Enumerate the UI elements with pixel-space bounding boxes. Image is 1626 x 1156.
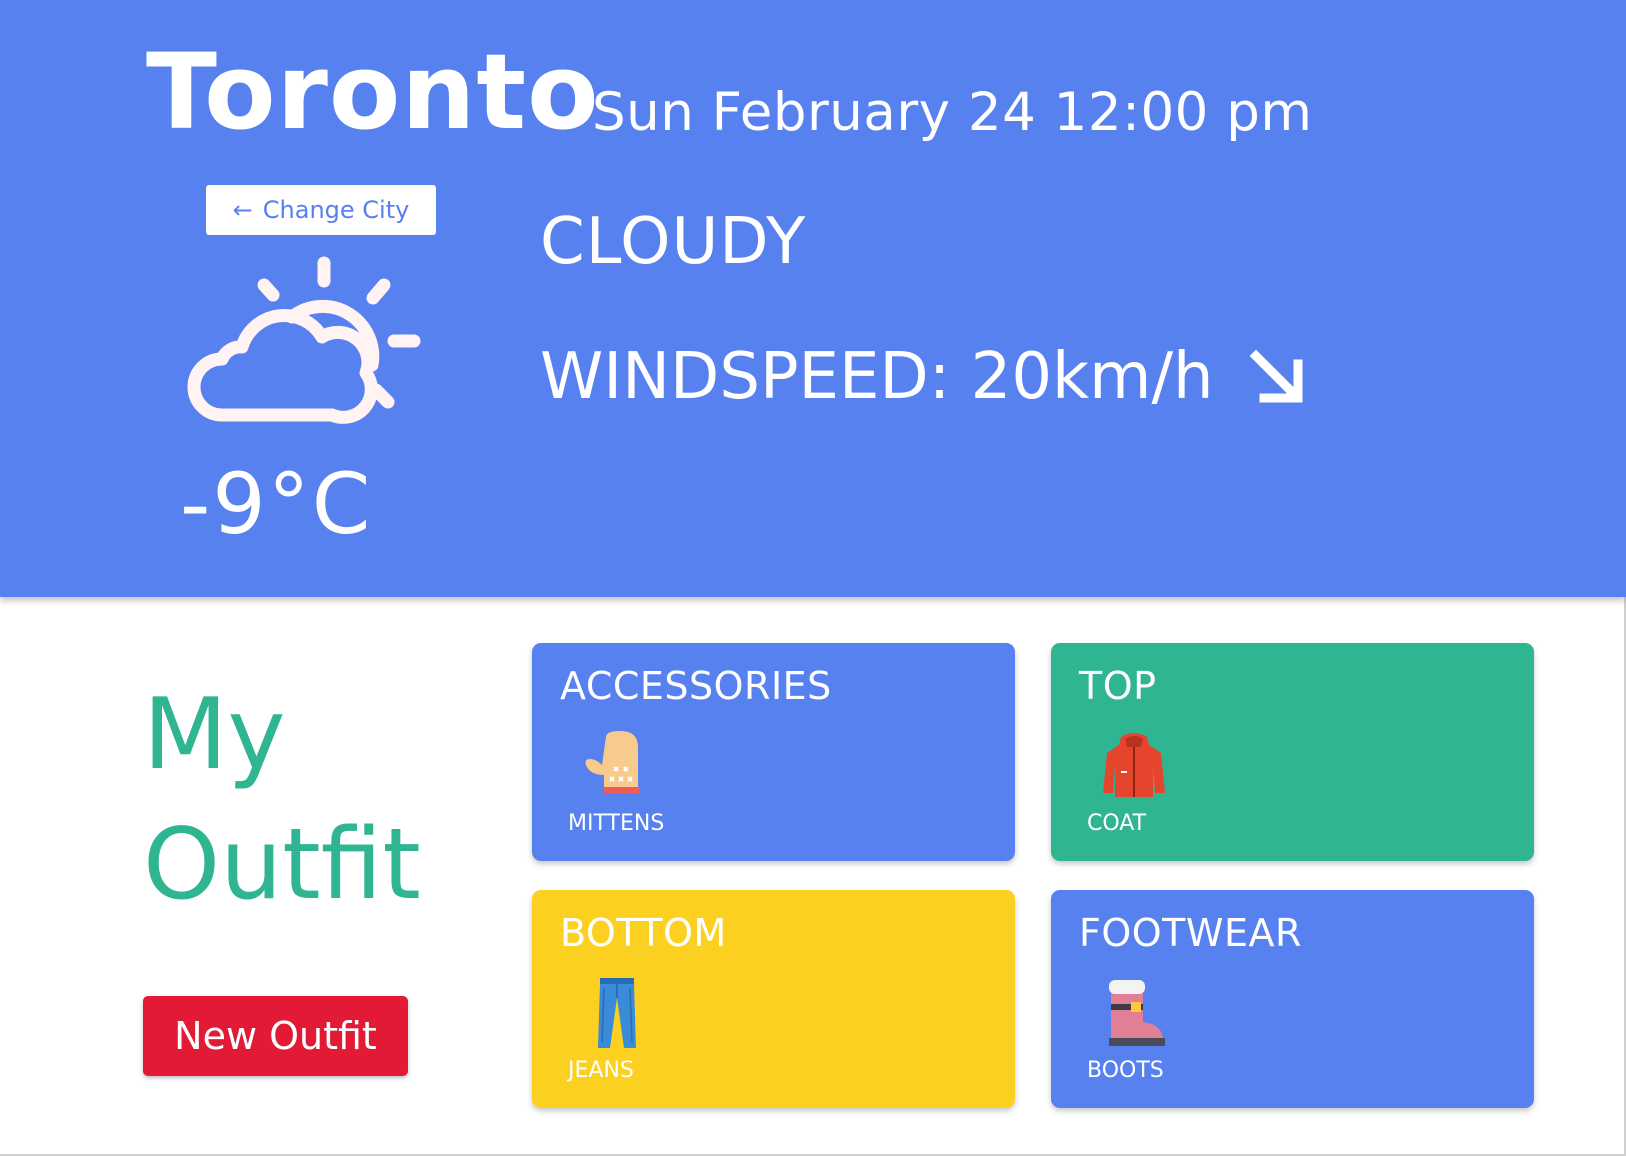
arrow-left-icon: ← [232, 196, 253, 224]
change-city-label: Change City [262, 196, 410, 224]
heading-line-2: Outfit [143, 808, 421, 923]
outfit-item-jeans[interactable]: JEANS [560, 978, 670, 1096]
outfit-item-mittens[interactable]: MITTENS [560, 731, 670, 849]
jeans-icon [598, 978, 636, 1048]
outfit-item-boots[interactable]: BOOTS [1079, 978, 1189, 1096]
heading-line-1: My [143, 678, 286, 792]
item-label: BOOTS [1087, 1058, 1164, 1083]
weather-condition: CLOUDY [540, 205, 807, 279]
item-label: COAT [1087, 811, 1147, 836]
date-time: Sun February 24 12:00 pm [592, 82, 1313, 143]
weather-header: Toronto Sun February 24 12:00 pm ← Chang… [0, 0, 1626, 597]
category-title: BOTTOM [560, 911, 727, 955]
new-outfit-button[interactable]: New Outfit [143, 996, 408, 1076]
item-label: MITTENS [568, 811, 665, 836]
item-label: JEANS [568, 1058, 634, 1083]
category-title: FOOTWEAR [1079, 911, 1302, 955]
city-name: Toronto [146, 31, 600, 153]
category-title: TOP [1079, 664, 1157, 708]
coat-icon [1103, 733, 1165, 797]
partly-cloudy-icon [187, 256, 421, 424]
app-page: Toronto Sun February 24 12:00 pm ← Chang… [0, 0, 1626, 1156]
mitten-icon [585, 731, 640, 793]
my-outfit-heading: My Outfit [143, 670, 421, 931]
category-card-top[interactable]: TOP COAT [1051, 643, 1534, 861]
temperature: -9°C [180, 455, 373, 553]
change-city-button[interactable]: ← Change City [206, 185, 436, 235]
category-card-footwear[interactable]: FOOTWEAR BOOTS [1051, 890, 1534, 1108]
category-card-bottom[interactable]: BOTTOM JEANS [532, 890, 1015, 1108]
category-title: ACCESSORIES [560, 664, 832, 708]
category-card-accessories[interactable]: ACCESSORIES MITTENS [532, 643, 1015, 861]
wind-speed: WINDSPEED: 20km/h [540, 340, 1214, 414]
outfit-item-coat[interactable]: COAT [1079, 731, 1189, 849]
arrow-down-right-icon [1250, 350, 1303, 403]
boot-icon [1109, 980, 1165, 1046]
